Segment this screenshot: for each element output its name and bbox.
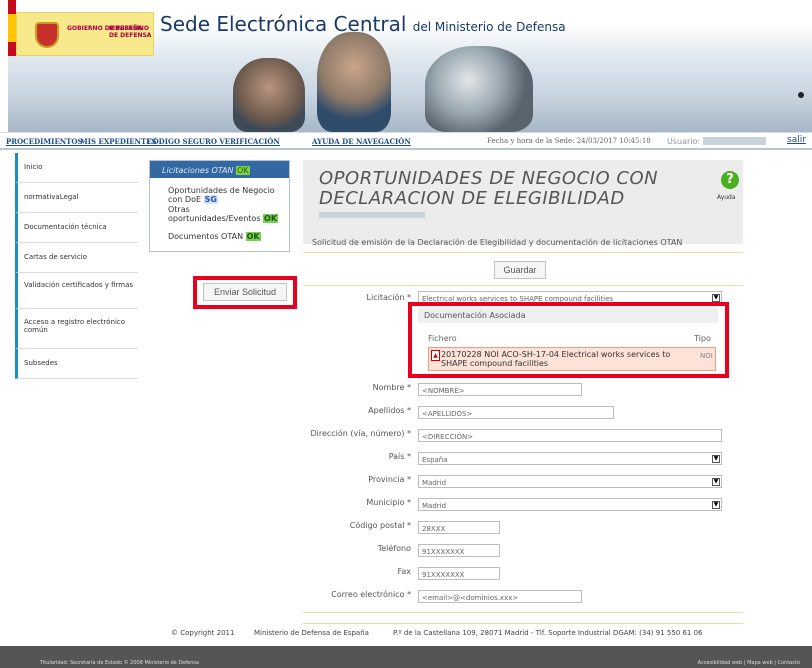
municipio-select[interactable]: Madrid ▼: [418, 498, 722, 511]
help-label[interactable]: Ayuda: [717, 194, 736, 201]
direccion-label: Dirección (vía, número) *: [310, 429, 411, 438]
sidebar-item-subsedes[interactable]: Subsedes: [15, 349, 138, 379]
municipio-value: Madrid: [422, 502, 447, 510]
document-row[interactable]: ▲ 20170228 NOI ACO-SH-17-04 Electrical w…: [428, 347, 716, 371]
sidebar: Inicio normativaLegal Documentación técn…: [15, 153, 138, 379]
logout-link[interactable]: salir: [787, 135, 806, 145]
ministerio-text: Ministerio de Defensa de España: [254, 629, 369, 637]
municipio-label: Municipio *: [366, 498, 411, 507]
gov-label-2: MINISTERIO DE DEFENSA: [109, 25, 152, 39]
col-fichero: Fichero: [428, 334, 457, 343]
pais-label: País *: [388, 452, 411, 461]
ok-badge: OK: [245, 232, 261, 241]
site-header: GOBIERNO DE ESPAÑA MINISTERIO DE DEFENSA…: [0, 0, 812, 132]
otan-item-label: Otras oportunidades/Eventos: [168, 205, 261, 223]
otan-panel: Licitaciones OTAN OK Oportunidades de Ne…: [149, 160, 290, 252]
documentacion-asociada-panel: Documentación Asociada Fichero Tipo ▲ 20…: [418, 307, 718, 371]
chevron-down-icon: ▼: [712, 478, 720, 486]
bottom-footer: Titularidad: Secretaría de Estado © 2008…: [0, 646, 812, 668]
guardar-button[interactable]: Guardar: [494, 261, 546, 279]
divider: [303, 285, 743, 286]
document-type: NOI: [700, 352, 713, 360]
person-photo-2: [317, 32, 391, 132]
pdf-icon: ▲: [431, 350, 440, 361]
otan-item-label: Oportunidades de Negocio con DoE: [168, 186, 275, 204]
sg-badge: SG: [203, 195, 218, 204]
provincia-value: Madrid: [422, 479, 447, 487]
provincia-label: Provincia *: [368, 475, 411, 484]
nav-procedimientos-link[interactable]: PROCEDIMIENTOS: [6, 137, 83, 146]
cp-label: Código postal *: [349, 521, 411, 530]
fax-label: Fax: [397, 567, 411, 576]
telefono-label: Teléfono: [377, 544, 411, 553]
pais-select[interactable]: España ▼: [418, 452, 722, 465]
sidebar-item-normativa[interactable]: normativaLegal: [15, 183, 138, 213]
otan-otras-link[interactable]: Otras oportunidades/Eventos OK: [168, 205, 280, 223]
government-logo[interactable]: GOBIERNO DE ESPAÑA MINISTERIO DE DEFENSA: [16, 12, 154, 56]
enviar-solicitud-button[interactable]: Enviar Solicitud: [203, 283, 287, 301]
otan-panel-header: Licitaciones OTAN OK: [150, 161, 289, 178]
apellidos-label: Apellidos *: [368, 406, 411, 415]
document-link[interactable]: 20170228 NOI ACO-SH-17-04 Electrical wor…: [441, 350, 699, 368]
chevron-down-icon: ▼: [712, 501, 720, 509]
address-text: P.º de la Castellana 109, 28071 Madrid -…: [393, 629, 703, 637]
sidebar-item-validacion[interactable]: Validación certificados y firmas: [15, 273, 138, 309]
nav-expedientes-link[interactable]: MIS EXPEDIENTES: [80, 137, 157, 146]
user-name-redacted: [703, 137, 766, 145]
otan-ok-badge: OK: [236, 166, 250, 175]
sidebar-item-documentacion[interactable]: Documentación técnica: [15, 213, 138, 243]
email-label: Correo electrónico *: [331, 590, 411, 599]
redacted-text: [319, 212, 425, 218]
page-root: GOBIERNO DE ESPAÑA MINISTERIO DE DEFENSA…: [0, 0, 812, 668]
person-photo-1: [233, 58, 305, 132]
direccion-input[interactable]: <DIRECCIÓN>: [418, 429, 722, 442]
chevron-down-icon: ▼: [712, 455, 720, 463]
sidebar-item-cartas[interactable]: Cartas de servicio: [15, 243, 138, 273]
pais-value: España: [422, 456, 448, 464]
header-photo: [205, 20, 545, 132]
otan-oportunidades-link[interactable]: Oportunidades de Negocio con DoE SG: [168, 186, 286, 204]
otan-title: Licitaciones OTAN: [162, 166, 234, 175]
provincia-select[interactable]: Madrid ▼: [418, 475, 722, 488]
user-label: Usuario:: [667, 137, 701, 146]
page-subtitle: Solicitud de emisión de la Declaración d…: [312, 238, 683, 247]
nav-ayuda-link[interactable]: AYUDA DE NAVEGACIÓN: [312, 137, 411, 146]
divider: [303, 252, 743, 253]
nav-codigo-link[interactable]: CÓDIGO SEGURO VERIFICACIÓN: [147, 137, 280, 146]
page-title-panel: OPORTUNIDADES DE NEGOCIO CON DECLARACION…: [303, 160, 743, 244]
sidebar-item-inicio[interactable]: Inicio: [15, 153, 138, 183]
docs-header: Documentación Asociada: [418, 307, 718, 323]
fax-input[interactable]: 91XXXXXXX: [418, 567, 500, 580]
top-navigation: PROCEDIMIENTOS MIS EXPEDIENTES CÓDIGO SE…: [0, 132, 812, 150]
footer-legal: Titularidad: Secretaría de Estado © 2008…: [40, 660, 199, 666]
col-tipo: Tipo: [694, 334, 711, 343]
header-dot-icon: [798, 92, 804, 98]
footer-divider: [303, 623, 743, 624]
spanish-flag-icon: [8, 0, 16, 56]
otan-item-label: Documentos OTAN: [168, 232, 244, 241]
cp-input[interactable]: 28XXX: [418, 521, 500, 534]
ok-badge: OK: [263, 214, 279, 223]
apellidos-input[interactable]: <APELLIDOS>: [418, 406, 614, 419]
footer-links[interactable]: Accesibilidad web | Mapa web | Contacto: [698, 660, 800, 666]
coat-of-arms-icon: [35, 22, 59, 48]
copyright-text: © Copyright 2011: [171, 629, 235, 637]
person-photo-3: [425, 46, 533, 132]
telefono-input[interactable]: 91XXXXXXX: [418, 544, 500, 557]
email-input[interactable]: <email>@<dominios.xxx>: [418, 590, 582, 603]
nombre-label: Nombre *: [372, 383, 411, 392]
page-title: OPORTUNIDADES DE NEGOCIO CON DECLARACION…: [319, 168, 659, 209]
licitacion-label: Licitación *: [366, 293, 411, 302]
help-icon[interactable]: ?: [721, 171, 739, 189]
divider: [303, 612, 743, 613]
server-date: Fecha y hora de la Sede: 24/03/2017 10:4…: [487, 137, 651, 145]
chevron-down-icon: ▼: [712, 294, 720, 302]
otan-documentos-link[interactable]: Documentos OTAN OK: [168, 232, 264, 241]
sidebar-item-registro[interactable]: Acceso a registro electrónico común: [15, 309, 138, 349]
nombre-input[interactable]: <NOMBRE>: [418, 383, 582, 396]
